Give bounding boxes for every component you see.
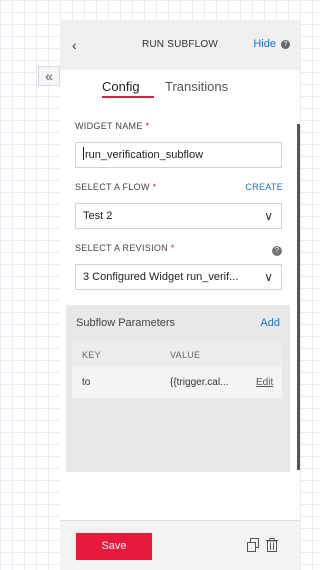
flow-select[interactable]: Test 2 ∨ [75, 203, 282, 229]
question-circle-icon[interactable]: ? [272, 246, 282, 256]
table-header: KEY VALUE [72, 342, 282, 366]
revision-select[interactable]: 3 Configured Widget run_verif... ∨ [75, 264, 282, 290]
select-flow-label: SELECT A FLOW * [75, 182, 157, 192]
create-flow-link[interactable]: CREATE [245, 182, 283, 192]
panel-footer: Save [60, 520, 300, 570]
widget-name-input[interactable]: run_verification_subflow [75, 142, 282, 168]
hide-button[interactable]: Hide ? [253, 38, 290, 50]
duplicate-icon[interactable] [247, 538, 259, 552]
trash-icon[interactable] [266, 538, 278, 552]
collapse-panel-button[interactable]: « [38, 66, 60, 86]
question-circle-icon: ? [281, 40, 290, 49]
param-value: {{trigger.cal... [170, 377, 229, 388]
tab-bar: Config Transitions [60, 70, 300, 100]
column-value-header: VALUE [170, 350, 201, 360]
param-key: to [82, 377, 91, 388]
chevron-down-icon: ∨ [264, 270, 273, 284]
edit-parameter-link[interactable]: Edit [256, 377, 273, 388]
widget-name-label: WIDGET NAME * [75, 121, 150, 131]
scrollbar[interactable] [297, 124, 300, 470]
table-row: to {{trigger.cal... Edit [72, 366, 282, 398]
hide-label: Hide [253, 38, 276, 50]
tab-transitions[interactable]: Transitions [165, 79, 228, 94]
parameters-table: KEY VALUE to {{trigger.cal... Edit [72, 342, 282, 398]
widget-config-panel: ‹ RUN SUBFLOW Hide ? Config Transitions … [60, 20, 300, 570]
panel-header: ‹ RUN SUBFLOW Hide ? [60, 20, 300, 70]
subflow-parameters-section: Subflow Parameters Add KEY VALUE to {{tr… [66, 305, 290, 472]
flow-select-value: Test 2 [83, 210, 113, 222]
text-cursor [83, 147, 84, 160]
revision-select-value: 3 Configured Widget run_verif... [83, 271, 239, 283]
active-tab-indicator [102, 96, 154, 98]
save-button[interactable]: Save [76, 533, 152, 560]
add-parameter-button[interactable]: Add [260, 317, 280, 329]
select-revision-label: SELECT A REVISION * [75, 243, 175, 253]
column-key-header: KEY [82, 350, 101, 360]
chevron-down-icon: ∨ [264, 209, 273, 223]
tab-config[interactable]: Config [102, 79, 140, 94]
panel-body: Config Transitions WIDGET NAME * run_ver… [60, 70, 300, 520]
subflow-parameters-title: Subflow Parameters [76, 317, 176, 329]
chevron-double-left-icon: « [45, 68, 53, 84]
widget-name-value: run_verification_subflow [85, 149, 204, 161]
